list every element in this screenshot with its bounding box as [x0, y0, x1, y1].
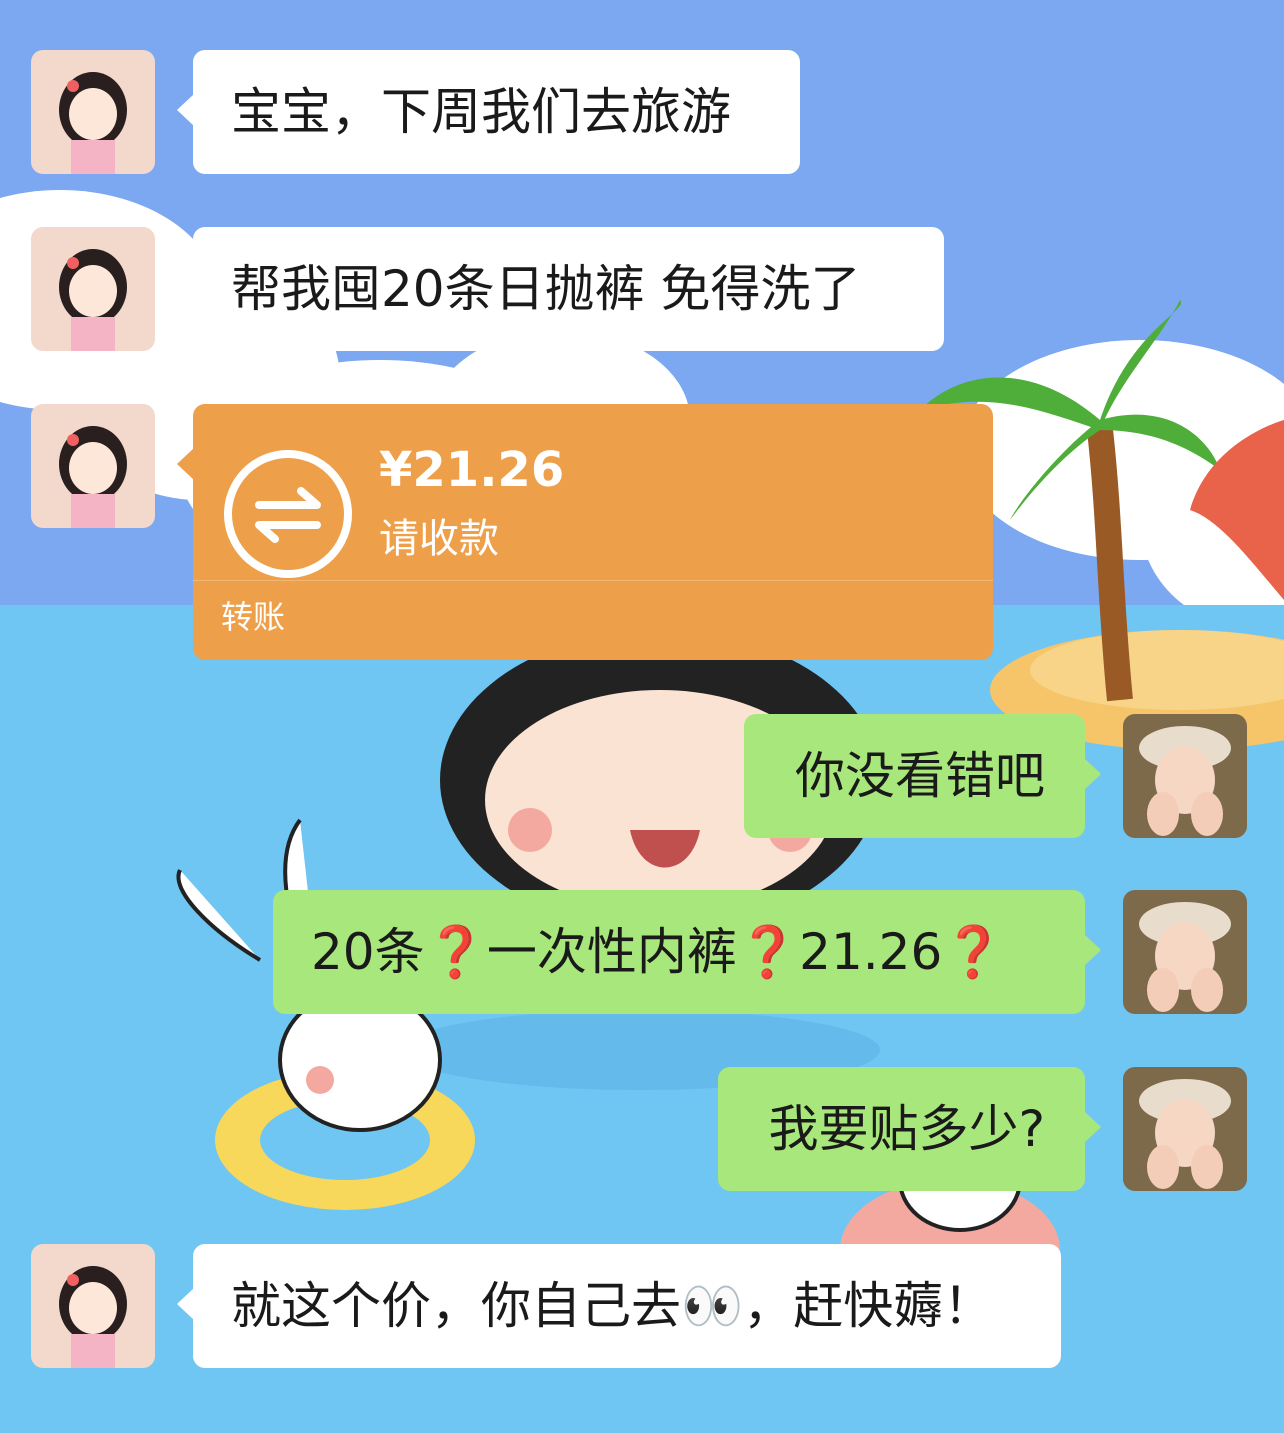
message-text: 帮我囤20条日抛裤 免得洗了: [231, 260, 861, 318]
my-avatar[interactable]: [1123, 1067, 1247, 1191]
contact-avatar[interactable]: [31, 227, 155, 351]
question-mark-emoji: ❓: [736, 923, 800, 981]
question-mark-emoji: ❓: [942, 923, 1005, 981]
contact-avatar[interactable]: [31, 1244, 155, 1368]
question-mark-emoji: ❓: [424, 923, 487, 981]
transfer-divider: [193, 580, 993, 581]
message-bubble-sent[interactable]: 我要贴多少?: [718, 1067, 1101, 1191]
transfer-arrows-icon: [224, 450, 352, 578]
message-text: 宝宝，下周我们去旅游: [231, 83, 731, 141]
message-text: 就这个价，你自己去👀，赶快薅！: [231, 1277, 994, 1335]
message-text: 你没看错吧: [795, 747, 1045, 805]
transfer-amount: ¥21.26: [379, 442, 565, 498]
message-text-part: 21.26: [799, 923, 943, 981]
transfer-card[interactable]: ¥21.26 请收款 转账: [177, 404, 993, 660]
message-bubble-sent[interactable]: 20条❓一次性内裤❓21.26❓: [273, 890, 1101, 1014]
my-avatar[interactable]: [1123, 714, 1247, 838]
message-bubble-sent[interactable]: 你没看错吧: [744, 714, 1101, 838]
transfer-label: 转账: [221, 598, 286, 636]
message-bubble-received[interactable]: 宝宝，下周我们去旅游: [177, 50, 800, 174]
message-text-part: 20条: [311, 923, 425, 981]
message-text: 我要贴多少?: [768, 1100, 1045, 1158]
transfer-status: 请收款: [379, 516, 499, 562]
message-text: 20条❓一次性内裤❓21.26❓: [311, 890, 1005, 1014]
message-bubble-received[interactable]: 帮我囤20条日抛裤 免得洗了: [177, 227, 944, 351]
chat-background: [0, 0, 1284, 1433]
message-text-part: 一次性内裤: [486, 923, 737, 981]
my-avatar[interactable]: [1123, 890, 1247, 1014]
message-bubble-received[interactable]: 就这个价，你自己去👀，赶快薅！: [177, 1244, 1061, 1368]
contact-avatar[interactable]: [31, 50, 155, 174]
contact-avatar[interactable]: [31, 404, 155, 528]
